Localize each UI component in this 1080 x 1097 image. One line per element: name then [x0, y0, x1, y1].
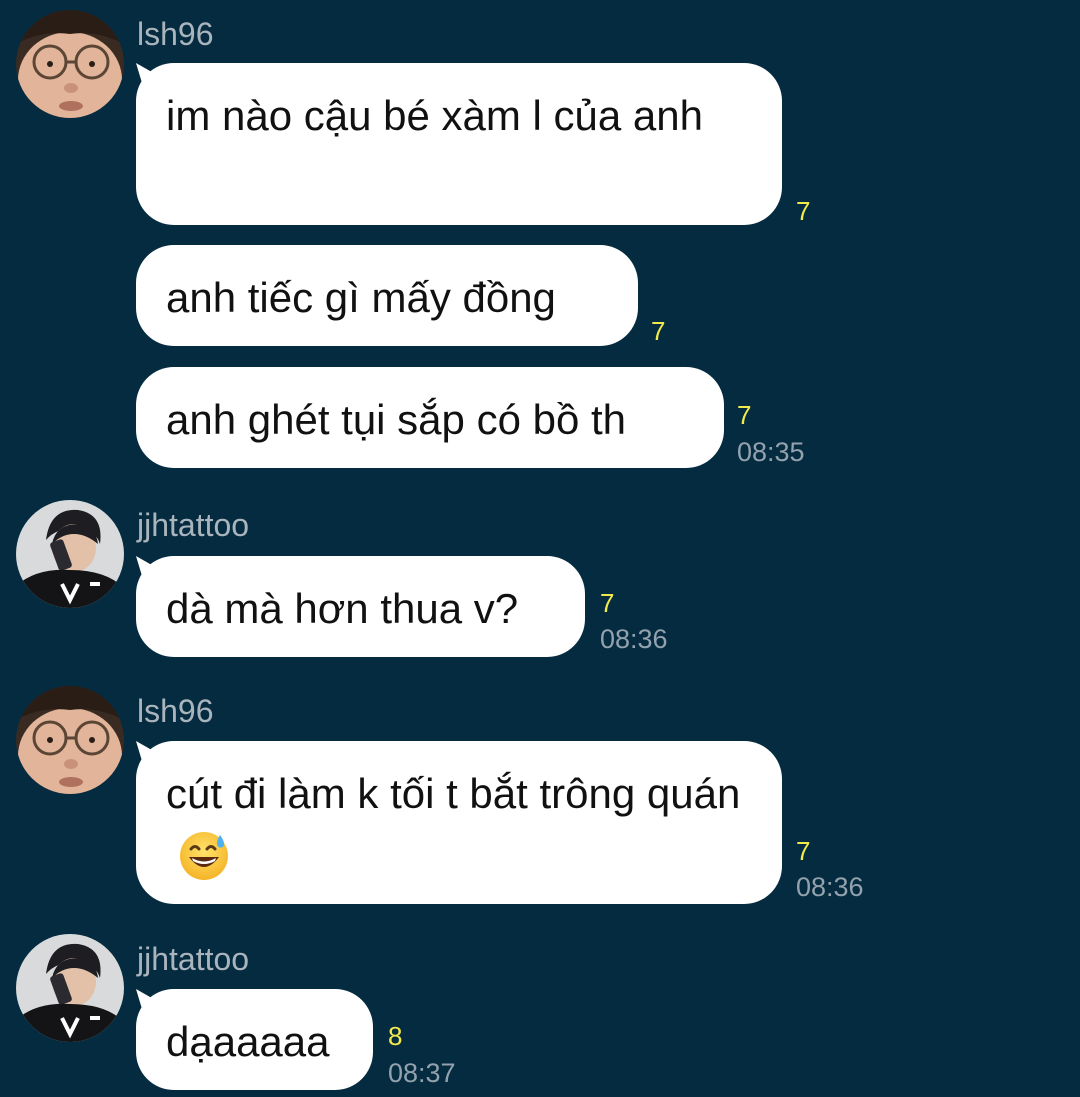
grinning-sweat-emoji-icon — [180, 831, 228, 880]
message-bubble[interactable]: cút đi làm k tối t bắt trông quán — [136, 741, 782, 904]
message-bubble[interactable]: anh ghét tụi sắp có bồ th — [136, 367, 724, 468]
unread-count: 7 — [600, 588, 615, 618]
avatar-lsh96[interactable] — [16, 686, 124, 794]
unread-count: 7 — [737, 400, 752, 430]
message-bubble[interactable]: dạaaaaa — [136, 989, 373, 1090]
avatar-jjhtattoo[interactable] — [16, 500, 124, 608]
message-time: 08:36 — [796, 872, 864, 902]
user-photo-phone-icon — [16, 500, 124, 608]
sender-name: jjhtattoo — [137, 941, 250, 977]
unread-count: 7 — [651, 316, 666, 346]
unread-count: 8 — [388, 1021, 403, 1051]
unread-count: 7 — [796, 196, 811, 226]
message-text: dạaaaaa — [166, 1018, 330, 1065]
chat-message-list[interactable]: lsh96 im nào cậu bé xàm l của anh 7 anh … — [0, 0, 1080, 1097]
message-text: im nào cậu bé xàm l của anh — [166, 92, 703, 139]
message-time: 08:35 — [737, 437, 805, 467]
message-time: 08:37 — [388, 1058, 456, 1088]
message-text: anh ghét tụi sắp có bồ th — [166, 396, 627, 443]
user-photo-glasses-icon — [16, 10, 124, 118]
user-photo-glasses-icon — [16, 686, 124, 794]
avatar-lsh96[interactable] — [16, 10, 124, 118]
message-text: dà mà hơn thua v? — [166, 585, 519, 632]
message-bubble[interactable]: anh tiếc gì mấy đồng — [136, 245, 638, 346]
message-bubble[interactable]: im nào cậu bé xàm l của anh — [136, 63, 782, 225]
sender-name: jjhtattoo — [137, 507, 250, 543]
sender-name: lsh96 — [137, 693, 214, 729]
user-photo-phone-icon — [16, 934, 124, 1042]
message-text: cút đi làm k tối t bắt trông quán — [166, 770, 741, 817]
message-text: anh tiếc gì mấy đồng — [166, 274, 556, 321]
sender-name: lsh96 — [137, 16, 214, 52]
message-bubble[interactable]: dà mà hơn thua v? — [136, 556, 585, 657]
avatar-jjhtattoo[interactable] — [16, 934, 124, 1042]
message-time: 08:36 — [600, 624, 668, 654]
unread-count: 7 — [796, 836, 811, 866]
